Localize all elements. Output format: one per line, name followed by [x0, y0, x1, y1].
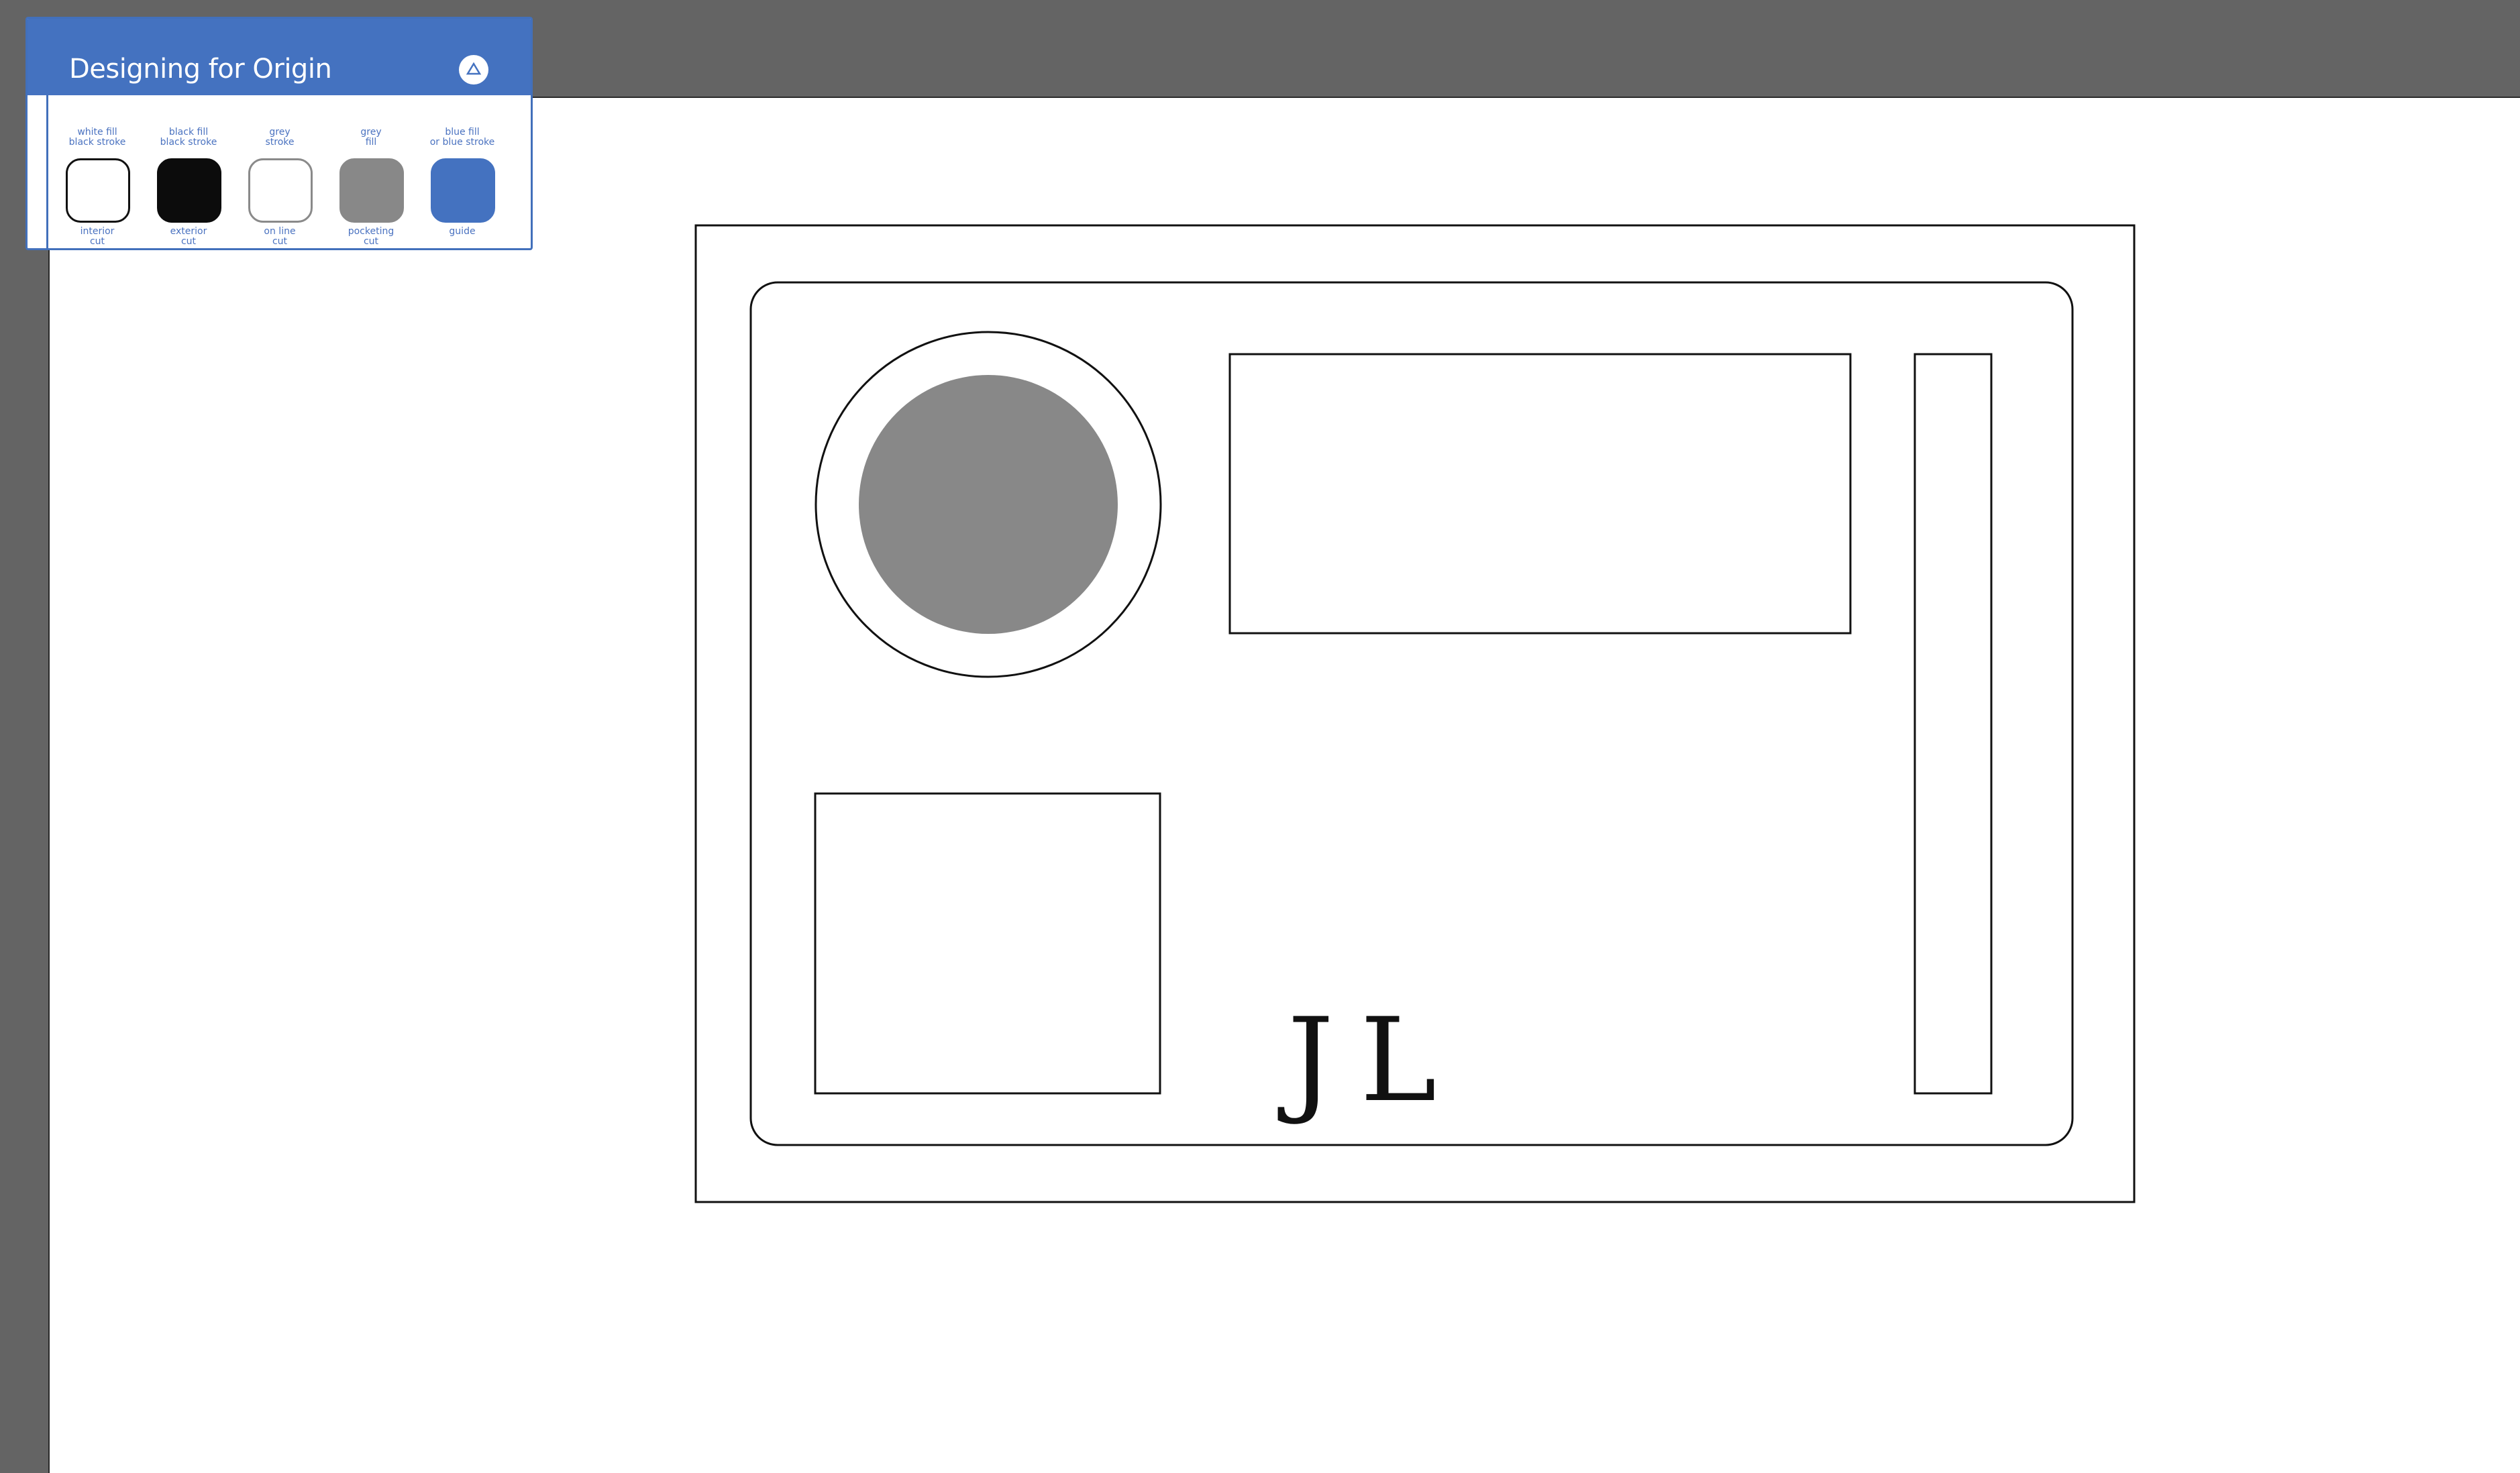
collapse-button[interactable]	[459, 55, 488, 85]
swatch-top-line2: black stroke	[160, 137, 217, 148]
swatch-bottom-label: on line cut	[236, 227, 323, 247]
swatch-pocketing[interactable]: grey fill pocketing cut	[327, 95, 415, 248]
swatch-top-label: grey fill	[327, 127, 415, 148]
swatch-bottom-line2: cut	[272, 236, 288, 247]
swatch-interior-box[interactable]	[66, 158, 130, 223]
swatch-bottom-label: guide	[419, 227, 506, 237]
swatch-top-label: white fill black stroke	[54, 127, 141, 148]
swatch-guide[interactable]: blue fill or blue stroke guide	[419, 95, 506, 248]
panel-title: Designing for Origin	[69, 54, 332, 85]
swatch-top-line1: black fill	[168, 127, 209, 138]
swatch-interior[interactable]: white fill black stroke interior cut	[54, 95, 141, 248]
swatch-top-label: black fill black stroke	[145, 127, 232, 148]
swatch-top-line2: stroke	[265, 137, 295, 148]
swatch-top-label: blue fill or blue stroke	[419, 127, 506, 148]
panel-header[interactable]: Designing for Origin	[28, 19, 531, 95]
swatch-bottom-line1: guide	[449, 226, 476, 237]
swatch-top-line2: black stroke	[68, 137, 126, 148]
square-rect[interactable]	[814, 792, 1161, 1095]
swatch-bottom-line2: cut	[363, 236, 379, 247]
swatch-bottom-line1: pocketing	[348, 226, 395, 237]
swatch-top-line2: fill	[365, 137, 377, 148]
swatch-bottom-line2: cut	[89, 236, 105, 247]
swatch-online[interactable]: grey stroke on line cut	[236, 95, 323, 248]
swatch-top-line1: grey	[360, 127, 382, 138]
pocket-circle[interactable]	[859, 375, 1118, 634]
wide-rect[interactable]	[1228, 353, 1852, 635]
swatch-online-box[interactable]	[248, 158, 313, 223]
swatch-bottom-label: interior cut	[54, 227, 141, 247]
swatch-top-line1: white fill	[77, 127, 117, 138]
swatch-top-line2: or blue stroke	[429, 137, 495, 148]
swatch-bottom-line1: interior	[80, 226, 115, 237]
triangle-up-icon	[466, 62, 482, 75]
design-canvas[interactable]: J L	[50, 98, 2520, 1473]
swatch-bottom-line1: exterior	[170, 226, 207, 237]
initial-l[interactable]: L	[1360, 993, 1436, 1128]
swatch-pocketing-box[interactable]	[339, 158, 404, 223]
swatch-exterior-box[interactable]	[157, 158, 221, 223]
swatch-exterior[interactable]: black fill black stroke exterior cut	[145, 95, 232, 248]
artboard[interactable]: J L	[48, 97, 2520, 1473]
swatch-bottom-label: pocketing cut	[327, 227, 415, 247]
swatch-guide-box[interactable]	[431, 158, 495, 223]
tall-slot-rect[interactable]	[1913, 353, 1993, 1095]
swatch-bottom-line2: cut	[180, 236, 197, 247]
designing-for-origin-panel: Designing for Origin white fill black str…	[25, 17, 533, 250]
swatch-legend: white fill black stroke interior cut black f…	[46, 95, 531, 248]
swatch-bottom-line1: on line	[264, 226, 296, 237]
swatch-top-line1: blue fill	[445, 127, 480, 138]
swatch-top-label: grey stroke	[236, 127, 323, 148]
initial-j[interactable]: J	[1277, 993, 1334, 1128]
swatch-bottom-label: exterior cut	[145, 227, 232, 247]
swatch-top-line1: grey	[269, 127, 291, 138]
